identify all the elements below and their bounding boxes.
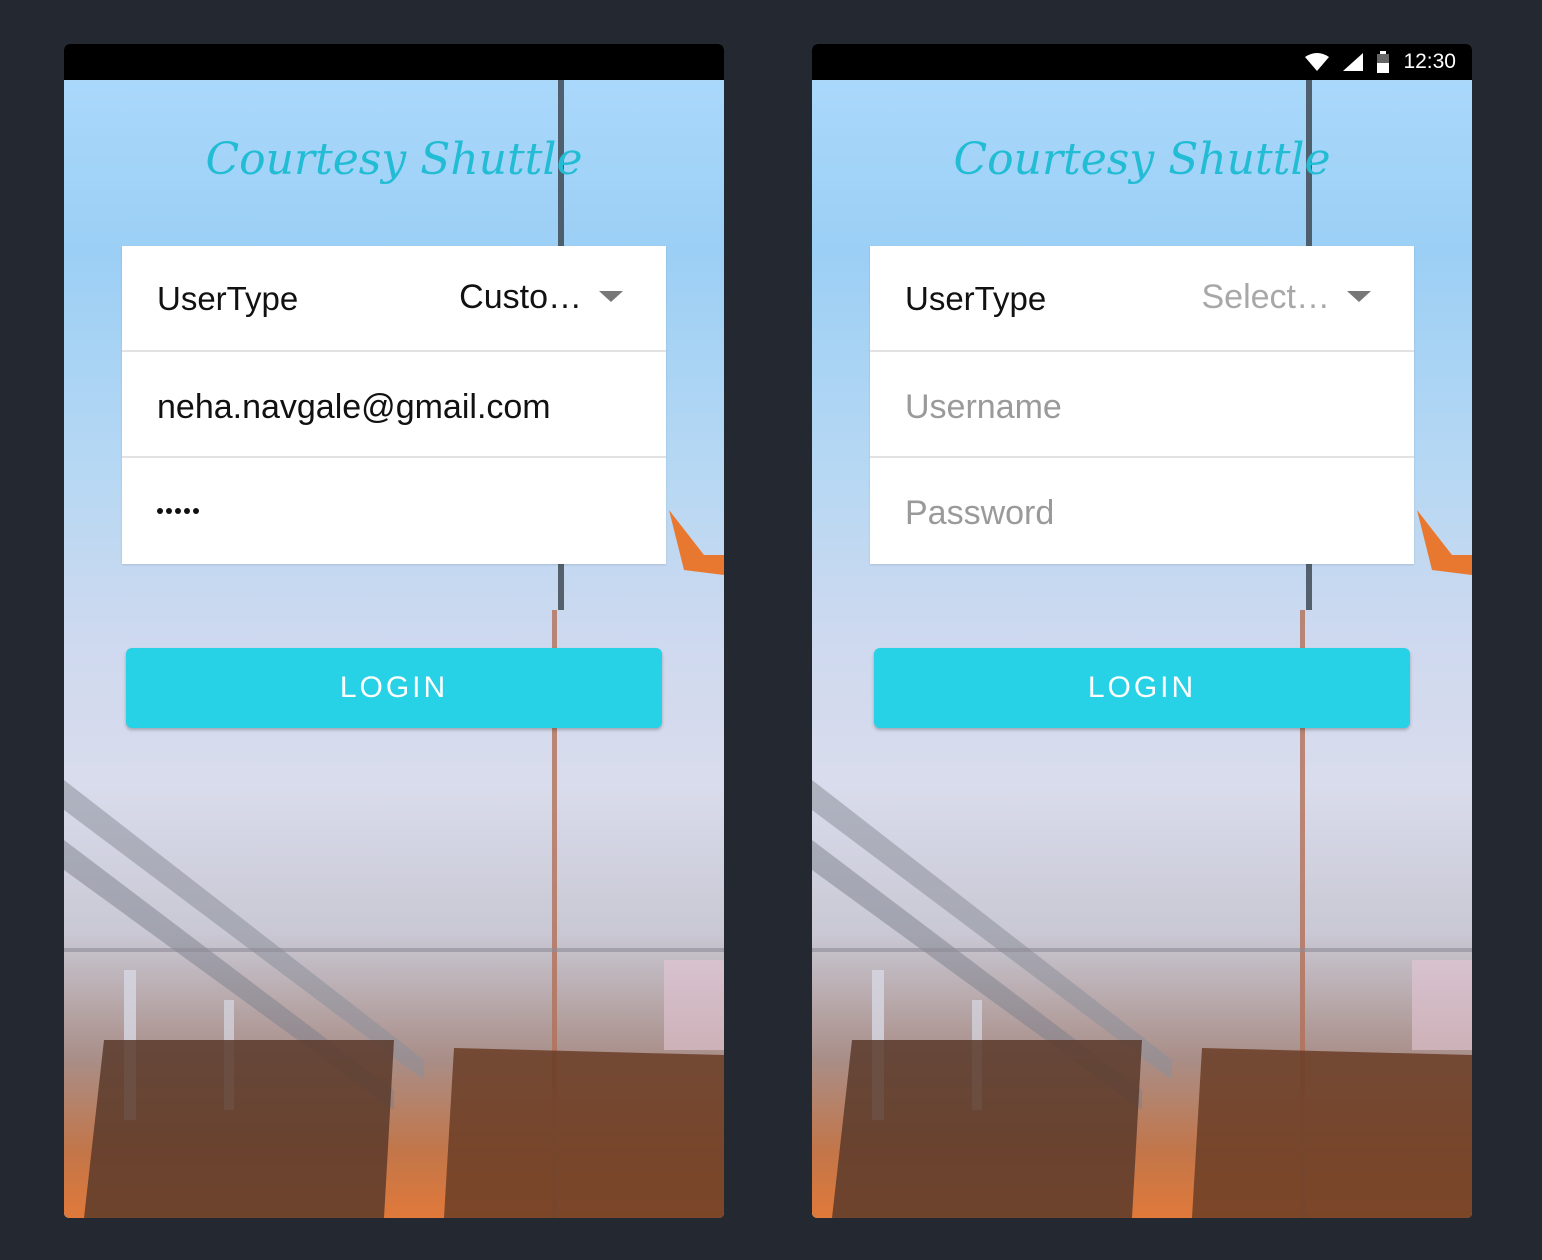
dropdown-caret-icon (599, 291, 623, 302)
user-type-label: UserType (157, 280, 299, 317)
user-type-label: UserType (905, 280, 1047, 317)
battery-icon (1377, 51, 1390, 73)
login-form: UserType Select… Username Password (870, 246, 1414, 564)
password-placeholder: Password (905, 494, 1055, 532)
password-field[interactable] (122, 458, 666, 564)
wifi-icon (1305, 53, 1330, 71)
username-placeholder: Username (905, 388, 1062, 426)
user-type-select[interactable]: UserType Select… (870, 246, 1414, 352)
password-masked-dots (157, 508, 199, 514)
phone-screen-filled: Courtesy Shuttle UserType Custo… neha.na… (64, 44, 724, 1218)
password-field[interactable]: Password (870, 458, 1414, 564)
dropdown-caret-icon (1347, 291, 1371, 302)
user-type-value: Custo… (459, 278, 582, 316)
status-bar (64, 44, 724, 80)
app-brand-title: Courtesy Shuttle (205, 134, 583, 185)
user-type-select[interactable]: UserType Custo… (122, 246, 666, 352)
cellular-signal-icon (1343, 53, 1364, 71)
phone-screen-empty: 12:30 Courtesy Shuttle UserType Select… … (812, 44, 1472, 1218)
user-type-placeholder: Select… (1201, 278, 1331, 316)
app-brand-title: Courtesy Shuttle (953, 134, 1331, 185)
login-button[interactable]: LOGIN (874, 648, 1410, 728)
username-value: neha.navgale@gmail.com (157, 388, 551, 426)
username-field[interactable]: Username (870, 352, 1414, 458)
login-form: UserType Custo… neha.navgale@gmail.com (122, 246, 666, 564)
status-bar: 12:30 (812, 44, 1472, 80)
status-time: 12:30 (1403, 50, 1456, 73)
login-button[interactable]: LOGIN (126, 648, 662, 728)
username-field[interactable]: neha.navgale@gmail.com (122, 352, 666, 458)
